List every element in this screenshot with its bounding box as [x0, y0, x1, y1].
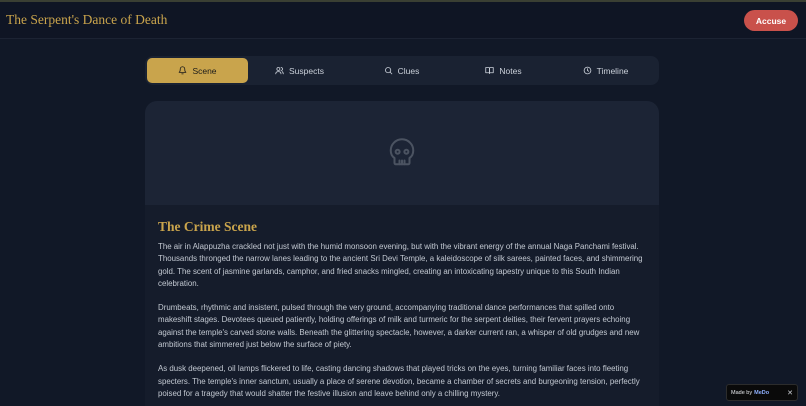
close-icon[interactable]: ✕	[787, 389, 793, 397]
skull-icon	[389, 138, 415, 166]
tab-label: Suspects	[289, 65, 324, 76]
search-icon	[384, 67, 392, 75]
tab-clues[interactable]: Clues	[351, 58, 452, 83]
scene-title: The Crime Scene	[158, 219, 257, 234]
users-icon	[275, 67, 284, 75]
tab-notes[interactable]: Notes	[453, 58, 554, 83]
scene-content: The Crime Scene The air in Alappuzha cra…	[145, 205, 659, 400]
made-by-badge[interactable]: Made by MeDo ✕	[726, 384, 798, 401]
accuse-button[interactable]: Accuse	[744, 10, 798, 31]
brand-logo: MeDo	[754, 389, 770, 396]
tab-scene[interactable]: Scene	[147, 58, 248, 83]
tab-bar: Scene Suspects Clues Notes Timeline	[145, 56, 659, 85]
book-icon	[485, 67, 495, 74]
bell-icon	[179, 66, 187, 75]
app-header: The Serpent's Dance of Death Accuse	[0, 2, 806, 39]
tab-label: Scene	[192, 65, 217, 76]
tab-label: Clues	[397, 65, 420, 76]
scene-paragraph: Drumbeats, rhythmic and insistent, pulse…	[158, 303, 640, 350]
scene-paragraph: As dusk deepened, oil lamps flickered to…	[158, 364, 640, 398]
tab-label: Notes	[499, 65, 522, 76]
scene-card: The Crime Scene The air in Alappuzha cra…	[145, 101, 659, 406]
tab-suspects[interactable]: Suspects	[249, 58, 350, 83]
tab-timeline[interactable]: Timeline	[555, 58, 656, 83]
made-by-label: Made by	[731, 389, 753, 396]
tab-label: Timeline	[596, 65, 629, 76]
clock-icon	[583, 66, 591, 75]
scene-paragraph: The air in Alappuzha crackled not just w…	[158, 242, 643, 288]
scene-hero	[145, 101, 659, 205]
app-title: The Serpent's Dance of Death	[6, 12, 168, 27]
